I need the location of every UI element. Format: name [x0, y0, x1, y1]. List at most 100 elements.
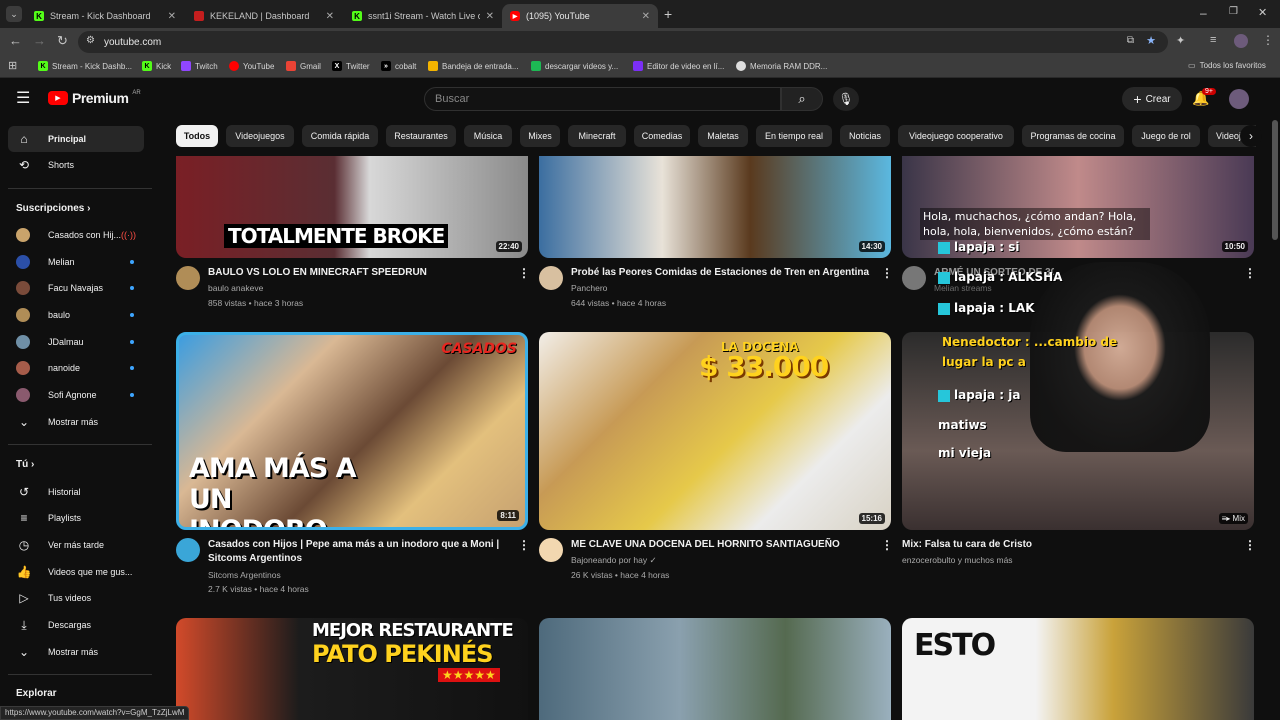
- channel-name[interactable]: Panchero: [571, 281, 607, 295]
- chip-comida-rapida[interactable]: Comida rápida: [302, 125, 378, 147]
- chips-next-button[interactable]: ›: [1240, 125, 1262, 147]
- bookmark-youtube[interactable]: YouTube: [229, 61, 274, 71]
- sidebar-item-playlists[interactable]: ≡ Playlists: [8, 505, 144, 531]
- new-tab-button[interactable]: +: [664, 6, 672, 22]
- bookmark-gmail[interactable]: Gmail: [286, 61, 321, 71]
- account-avatar[interactable]: [1229, 89, 1249, 109]
- browser-tab-kick-dashboard[interactable]: K Stream - Kick Dashboard ✕: [26, 4, 184, 28]
- sidebar-show-more[interactable]: ⌄ Mostrar más: [8, 409, 144, 435]
- bookmark-star-icon[interactable]: ★: [1146, 34, 1156, 47]
- channel-name[interactable]: enzocerobulto y muchos más: [902, 553, 1013, 567]
- minimize-button[interactable]: –: [1200, 6, 1207, 20]
- restore-button[interactable]: ❐: [1229, 6, 1238, 17]
- channel-avatar[interactable]: [176, 266, 200, 290]
- sidebar-sub-baulo[interactable]: baulo: [8, 302, 144, 328]
- chip-maletas[interactable]: Maletas: [698, 125, 748, 147]
- close-icon[interactable]: ✕: [642, 11, 650, 22]
- chip-minecraft[interactable]: Minecraft: [568, 125, 626, 147]
- sidebar-sub-casados[interactable]: Casados con Hij... ((·)): [8, 222, 144, 248]
- notifications-button[interactable]: 🔔 9+: [1192, 88, 1216, 107]
- search-input[interactable]: Buscar: [424, 87, 781, 111]
- sidebar-sub-sofi[interactable]: Sofi Agnone: [8, 382, 144, 408]
- bookmark-editor[interactable]: Editor de video en lí...: [633, 61, 724, 71]
- sidebar-item-descargas[interactable]: ⤓ Descargas: [8, 612, 144, 638]
- sidebar-sub-facu[interactable]: Facu Navajas: [8, 275, 144, 301]
- subscriptions-heading[interactable]: Suscripciones ›: [16, 203, 90, 214]
- video-title[interactable]: Probé las Peores Comidas de Estaciones d…: [571, 266, 876, 280]
- forward-arrow-icon[interactable]: →: [33, 33, 46, 48]
- chip-musica[interactable]: Música: [464, 125, 512, 147]
- install-app-icon[interactable]: ⧉: [1127, 35, 1134, 46]
- chip-comedias[interactable]: Comedias: [634, 125, 690, 147]
- chip-videojuegos[interactable]: Videojuegos: [226, 125, 294, 147]
- profile-avatar[interactable]: [1234, 34, 1248, 48]
- sidebar-item-historial[interactable]: ↺ Historial: [8, 479, 144, 505]
- reload-icon[interactable]: ↻: [57, 33, 68, 49]
- all-bookmarks-folder[interactable]: ▭ Todos los favoritos: [1188, 61, 1266, 70]
- channel-avatar[interactable]: [176, 538, 200, 562]
- search-button[interactable]: ⌕: [781, 87, 823, 111]
- sidebar-item-tus-videos[interactable]: ▷ Tus videos: [8, 585, 144, 611]
- chip-videojuego-cooperativo[interactable]: Videojuego cooperativo: [898, 125, 1014, 147]
- more-options-icon[interactable]: ⋮: [518, 538, 530, 552]
- extensions-icon[interactable]: ✦: [1176, 34, 1185, 47]
- apps-grid-icon[interactable]: ⊞: [8, 59, 17, 72]
- menu-kebab-icon[interactable]: ⋮: [1262, 33, 1274, 47]
- close-icon[interactable]: ✕: [168, 11, 176, 22]
- chip-todos[interactable]: Todos: [176, 125, 218, 147]
- video-thumbnail[interactable]: 14:30: [539, 156, 891, 258]
- bookmark-inbox[interactable]: Bandeja de entrada...: [428, 61, 519, 71]
- video-thumbnail[interactable]: LA DOCENA $ 33.000 15:16: [539, 332, 891, 530]
- bookmark-cobalt[interactable]: » cobalt: [381, 61, 416, 71]
- browser-tab-youtube[interactable]: ▶ (1095) YouTube ✕: [502, 4, 658, 28]
- video-thumbnail[interactable]: MEJOR RESTAURANTE PATO PEKINÉS ★★★★★: [176, 618, 528, 720]
- channel-name[interactable]: baulo anakeve: [208, 281, 263, 295]
- sidebar-item-principal[interactable]: ⌂ Principal: [8, 126, 144, 152]
- back-arrow-icon[interactable]: ←: [9, 33, 22, 48]
- channel-avatar[interactable]: [539, 538, 563, 562]
- bookmark-descargar[interactable]: descargar videos y...: [531, 61, 618, 71]
- chip-programas-de-cocina[interactable]: Programas de cocina: [1022, 125, 1124, 147]
- chip-noticias[interactable]: Noticias: [840, 125, 890, 147]
- bookmark-kick[interactable]: K Kick: [142, 61, 171, 71]
- browser-tab-ssnt1i[interactable]: K ssnt1i Stream - Watch Live on K ✕: [344, 4, 502, 28]
- sidebar-item-liked[interactable]: 👍 Videos que me gus...: [8, 559, 144, 585]
- bookmark-kick-dashboard[interactable]: K Stream - Kick Dashb...: [38, 61, 132, 71]
- chip-juego-de-rol[interactable]: Juego de rol: [1132, 125, 1200, 147]
- tab-groups-icon[interactable]: ≡: [1210, 34, 1216, 46]
- sidebar-item-ver-mas-tarde[interactable]: ◷ Ver más tarde: [8, 532, 144, 558]
- chip-en-tiempo-real[interactable]: En tiempo real: [756, 125, 832, 147]
- video-title[interactable]: Mix: Falsa tu cara de Cristo: [902, 538, 1232, 552]
- hamburger-menu-icon[interactable]: ☰: [16, 88, 30, 108]
- close-icon[interactable]: ✕: [486, 11, 494, 22]
- video-thumbnail[interactable]: CASADOS AMA MÁS A UN INODORO 8:11: [176, 332, 528, 530]
- youtube-premium-logo[interactable]: ▶ Premium AR: [48, 90, 141, 106]
- more-options-icon[interactable]: ⋮: [518, 266, 530, 280]
- video-title[interactable]: BAULO VS LOLO EN MINECRAFT SPEEDRUN: [208, 266, 508, 280]
- voice-search-button[interactable]: 🎙: [833, 87, 859, 111]
- more-options-icon[interactable]: ⋮: [881, 266, 893, 280]
- bookmark-twitch[interactable]: Twitch: [181, 61, 218, 71]
- sidebar-show-more-2[interactable]: ⌄ Mostrar más: [8, 639, 144, 665]
- video-title[interactable]: Casados con Hijos | Pepe ama más a un in…: [208, 538, 508, 566]
- more-options-icon[interactable]: ⋮: [881, 538, 893, 552]
- more-options-icon[interactable]: ⋮: [1244, 266, 1256, 280]
- sidebar-sub-melian[interactable]: Melian: [8, 249, 144, 275]
- sidebar-sub-nanoide[interactable]: nanoide: [8, 355, 144, 381]
- video-thumbnail[interactable]: ESTO: [902, 618, 1254, 720]
- channel-name[interactable]: Sitcoms Argentinos: [208, 568, 281, 582]
- chip-restaurantes[interactable]: Restaurantes: [386, 125, 456, 147]
- video-title[interactable]: ME CLAVE UNA DOCENA DEL HORNITO SANTIAGU…: [571, 538, 871, 552]
- tab-search-button[interactable]: ⌄: [6, 6, 22, 22]
- sidebar-sub-jdalmau[interactable]: JDalmau: [8, 329, 144, 355]
- browser-tab-kekeland[interactable]: KEKELAND | Dashboard ✕: [186, 4, 342, 28]
- channel-avatar[interactable]: [539, 266, 563, 290]
- chip-mixes[interactable]: Mixes: [520, 125, 560, 147]
- you-heading[interactable]: Tú ›: [16, 459, 34, 470]
- create-button[interactable]: + Crear: [1122, 87, 1182, 111]
- site-info-icon[interactable]: ⚙: [86, 35, 95, 46]
- page-scrollbar[interactable]: [1272, 120, 1278, 240]
- video-thumbnail[interactable]: [539, 618, 891, 720]
- address-bar[interactable]: ⚙ youtube.com ⧉ ★: [78, 31, 1168, 53]
- close-window-button[interactable]: ✕: [1258, 6, 1267, 19]
